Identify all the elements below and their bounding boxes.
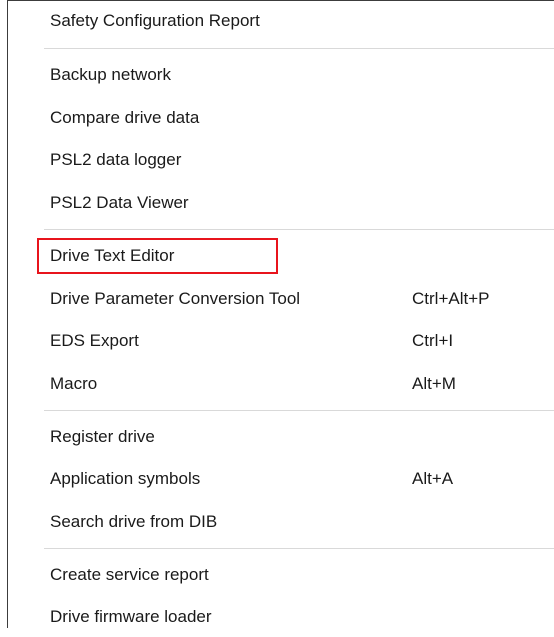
menu-item-shortcut: Ctrl+Alt+P — [412, 289, 490, 308]
menu-item-label: Register drive — [50, 427, 155, 446]
menu-item-safety-configuration-report[interactable]: Safety Configuration Report — [8, 1, 554, 41]
menu-item-label: Macro — [50, 374, 98, 393]
menu-separator — [44, 229, 554, 230]
menu-item-label: Backup network — [50, 65, 171, 84]
menu-item-compare-drive-data[interactable]: Compare drive data — [8, 98, 554, 138]
menu-separator — [44, 410, 554, 411]
menu-item-psl2-data-viewer[interactable]: PSL2 Data Viewer — [8, 183, 554, 223]
menu-item-label: EDS Export — [50, 331, 139, 350]
menu-item-label: PSL2 Data Viewer — [50, 193, 189, 212]
menu-item-drive-parameter-conversion-tool[interactable]: Drive Parameter Conversion Tool Ctrl+Alt… — [8, 279, 554, 319]
menu-item-label: Application symbols — [50, 469, 201, 488]
menu-item-label: Create service report — [50, 565, 209, 584]
menu-item-shortcut: Alt+M — [412, 374, 456, 393]
menu-item-register-drive[interactable]: Register drive — [8, 417, 554, 457]
menu-item-search-drive-from-dib[interactable]: Search drive from DIB — [8, 502, 554, 542]
menu-item-backup-network[interactable]: Backup network — [8, 55, 554, 95]
menu-item-application-symbols[interactable]: Application symbols Alt+A — [8, 459, 554, 499]
menu-item-label: Drive firmware loader — [50, 607, 212, 626]
menu-separator — [44, 548, 554, 549]
menu-item-shortcut: Alt+A — [412, 469, 454, 488]
menu-item-psl2-data-logger[interactable]: PSL2 data logger — [8, 140, 554, 180]
menu-item-label: Drive Text Editor — [50, 246, 175, 265]
menu-item-label: Drive Parameter Conversion Tool — [50, 289, 301, 308]
menu-item-label: Safety Configuration Report — [50, 11, 260, 30]
menu-item-eds-export[interactable]: EDS Export Ctrl+I — [8, 321, 554, 361]
menu-item-label: Compare drive data — [50, 108, 200, 127]
menu-item-label: Search drive from DIB — [50, 512, 218, 531]
menu-item-macro[interactable]: Macro Alt+M — [8, 364, 554, 404]
menu-separator — [44, 48, 554, 49]
menu-item-drive-firmware-loader[interactable]: Drive firmware loader — [8, 597, 554, 637]
menu-item-label: PSL2 data logger — [50, 150, 182, 169]
menu-item-shortcut: Ctrl+I — [412, 331, 454, 350]
menu-item-create-service-report[interactable]: Create service report — [8, 555, 554, 595]
context-menu: Safety Configuration Report Backup netwo… — [7, 0, 554, 628]
menu-item-drive-text-editor[interactable]: Drive Text Editor — [8, 236, 554, 276]
